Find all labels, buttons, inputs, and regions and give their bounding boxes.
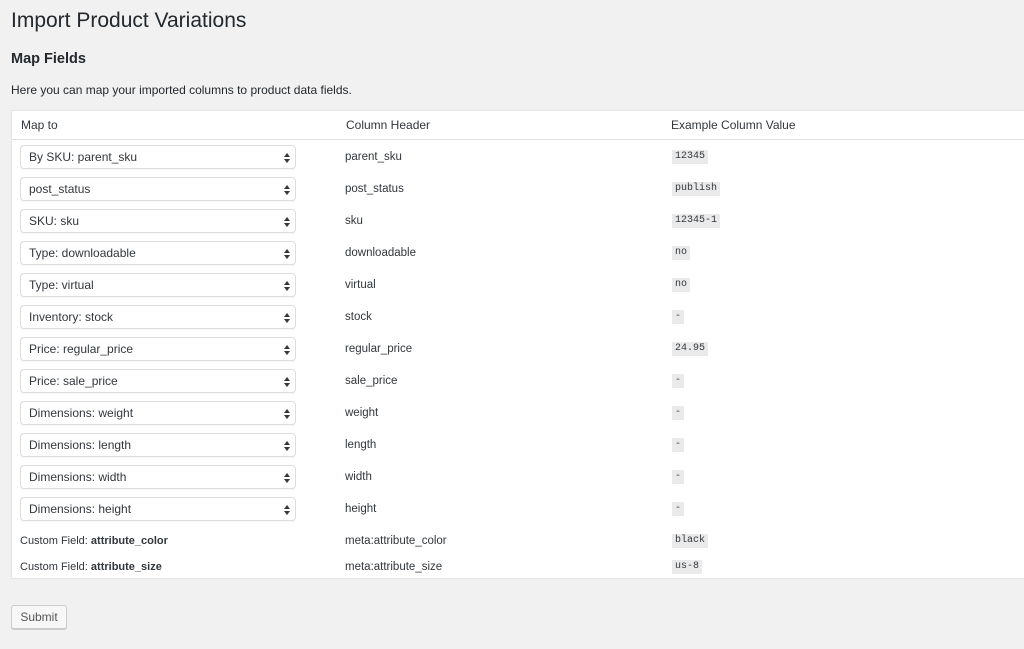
updown-chevron-icon	[283, 375, 291, 387]
updown-chevron-icon	[283, 343, 291, 355]
select-value: SKU: sku	[29, 214, 80, 228]
example-value-cell: 12345-1	[672, 214, 721, 228]
updown-chevron-icon	[283, 503, 291, 515]
map-to-select[interactable]: By SKU: parent_sku	[20, 145, 296, 169]
select-value: Price: regular_price	[29, 342, 134, 356]
example-value-cell: 12345	[672, 150, 709, 164]
table-row: Type: downloadable downloadable no	[12, 241, 1024, 273]
custom-field-label: Custom Field: attribute_color	[20, 534, 168, 548]
select-value: Inventory: stock	[29, 310, 114, 324]
table-row: SKU: sku sku 12345-1	[12, 209, 1024, 241]
column-header-cell: length	[345, 439, 377, 451]
map-to-select[interactable]: Dimensions: weight	[20, 401, 296, 425]
table-row: post_status post_status publish	[12, 177, 1024, 209]
column-header-cell: height	[345, 503, 377, 515]
column-header-cell: stock	[345, 311, 372, 323]
table-row: Dimensions: weight weight -	[12, 401, 1024, 433]
updown-chevron-icon	[283, 439, 291, 451]
example-value-cell: us-8	[672, 560, 703, 574]
example-value-cell: -	[672, 406, 685, 420]
example-value-cell: no	[672, 278, 691, 292]
table-row: Price: sale_price sale_price -	[12, 369, 1024, 401]
column-header-cell: sale_price	[345, 375, 398, 387]
select-value: By SKU: parent_sku	[29, 150, 138, 164]
example-value-cell: 24.95	[672, 342, 709, 356]
example-value-cell: -	[672, 502, 685, 516]
custom-field-name: attribute_size	[90, 561, 162, 573]
page-title: Import Product Variations	[11, 9, 247, 32]
select-value: Dimensions: length	[29, 438, 132, 452]
table-row: Dimensions: height height -	[12, 497, 1024, 529]
table-row: By SKU: parent_sku parent_sku 12345	[12, 145, 1024, 177]
column-header-cell: sku	[345, 215, 363, 227]
header-column-header: Column Header	[346, 118, 431, 132]
table-row: Dimensions: width width -	[12, 465, 1024, 497]
import-page: Import Product Variations Map Fields Her…	[0, 0, 1024, 649]
column-header-cell: width	[345, 471, 372, 483]
select-value: Dimensions: weight	[29, 406, 134, 420]
select-value: post_status	[29, 182, 91, 196]
updown-chevron-icon	[283, 183, 291, 195]
table-row: Type: virtual virtual no	[12, 273, 1024, 305]
example-value-cell: -	[672, 438, 685, 452]
updown-chevron-icon	[283, 279, 291, 291]
map-to-select[interactable]: post_status	[20, 177, 296, 201]
map-to-select[interactable]: Dimensions: height	[20, 497, 296, 521]
map-to-select[interactable]: Dimensions: width	[20, 465, 296, 489]
example-value-cell: -	[672, 470, 685, 484]
custom-field-label: Custom Field: attribute_size	[20, 560, 162, 574]
example-value-cell: black	[672, 534, 709, 548]
column-header-cell: weight	[345, 407, 379, 419]
header-map-to: Map to	[21, 118, 58, 132]
intro-text: Here you can map your imported columns t…	[11, 83, 352, 97]
select-value: Type: virtual	[29, 278, 94, 292]
updown-chevron-icon	[283, 471, 291, 483]
field-mapping-table: Map to Column Header Example Column Valu…	[11, 110, 1024, 579]
column-header-cell: meta:attribute_size	[345, 561, 443, 573]
table-row: Price: regular_price regular_price 24.95	[12, 337, 1024, 369]
updown-chevron-icon	[283, 407, 291, 419]
custom-field-name: attribute_color	[90, 535, 168, 547]
select-value: Dimensions: width	[29, 470, 127, 484]
table-row: Inventory: stock stock -	[12, 305, 1024, 337]
example-value-cell: publish	[672, 182, 721, 196]
column-header-cell: parent_sku	[345, 151, 402, 163]
table-row: Dimensions: length length -	[12, 433, 1024, 465]
custom-field-prefix: Custom Field:	[20, 561, 91, 573]
map-to-select[interactable]: Dimensions: length	[20, 433, 296, 457]
column-header-cell: virtual	[345, 279, 376, 291]
map-to-select[interactable]: Type: virtual	[20, 273, 296, 297]
table-header: Map to Column Header Example Column Valu…	[12, 111, 1024, 140]
select-value: Price: sale_price	[29, 374, 118, 388]
column-header-cell: post_status	[345, 183, 404, 195]
custom-field-prefix: Custom Field:	[20, 535, 91, 547]
header-example-value: Example Column Value	[671, 118, 796, 132]
column-header-cell: meta:attribute_color	[345, 535, 447, 547]
example-value-cell: -	[672, 374, 685, 388]
select-value: Type: downloadable	[29, 246, 136, 260]
map-to-select[interactable]: SKU: sku	[20, 209, 296, 233]
map-to-select[interactable]: Type: downloadable	[20, 241, 296, 265]
example-value-cell: no	[672, 246, 691, 260]
updown-chevron-icon	[283, 311, 291, 323]
section-title: Map Fields	[11, 51, 86, 67]
table-row: Custom Field: attribute_size meta:attribu…	[12, 559, 1024, 583]
column-header-cell: downloadable	[345, 247, 416, 259]
updown-chevron-icon	[283, 151, 291, 163]
updown-chevron-icon	[283, 247, 291, 259]
submit-button[interactable]: Submit	[11, 605, 67, 629]
updown-chevron-icon	[283, 215, 291, 227]
column-header-cell: regular_price	[345, 343, 413, 355]
select-value: Dimensions: height	[29, 502, 132, 516]
map-to-select[interactable]: Price: regular_price	[20, 337, 296, 361]
map-to-select[interactable]: Price: sale_price	[20, 369, 296, 393]
example-value-cell: -	[672, 310, 685, 324]
table-row: Custom Field: attribute_color meta:attrib…	[12, 533, 1024, 557]
map-to-select[interactable]: Inventory: stock	[20, 305, 296, 329]
